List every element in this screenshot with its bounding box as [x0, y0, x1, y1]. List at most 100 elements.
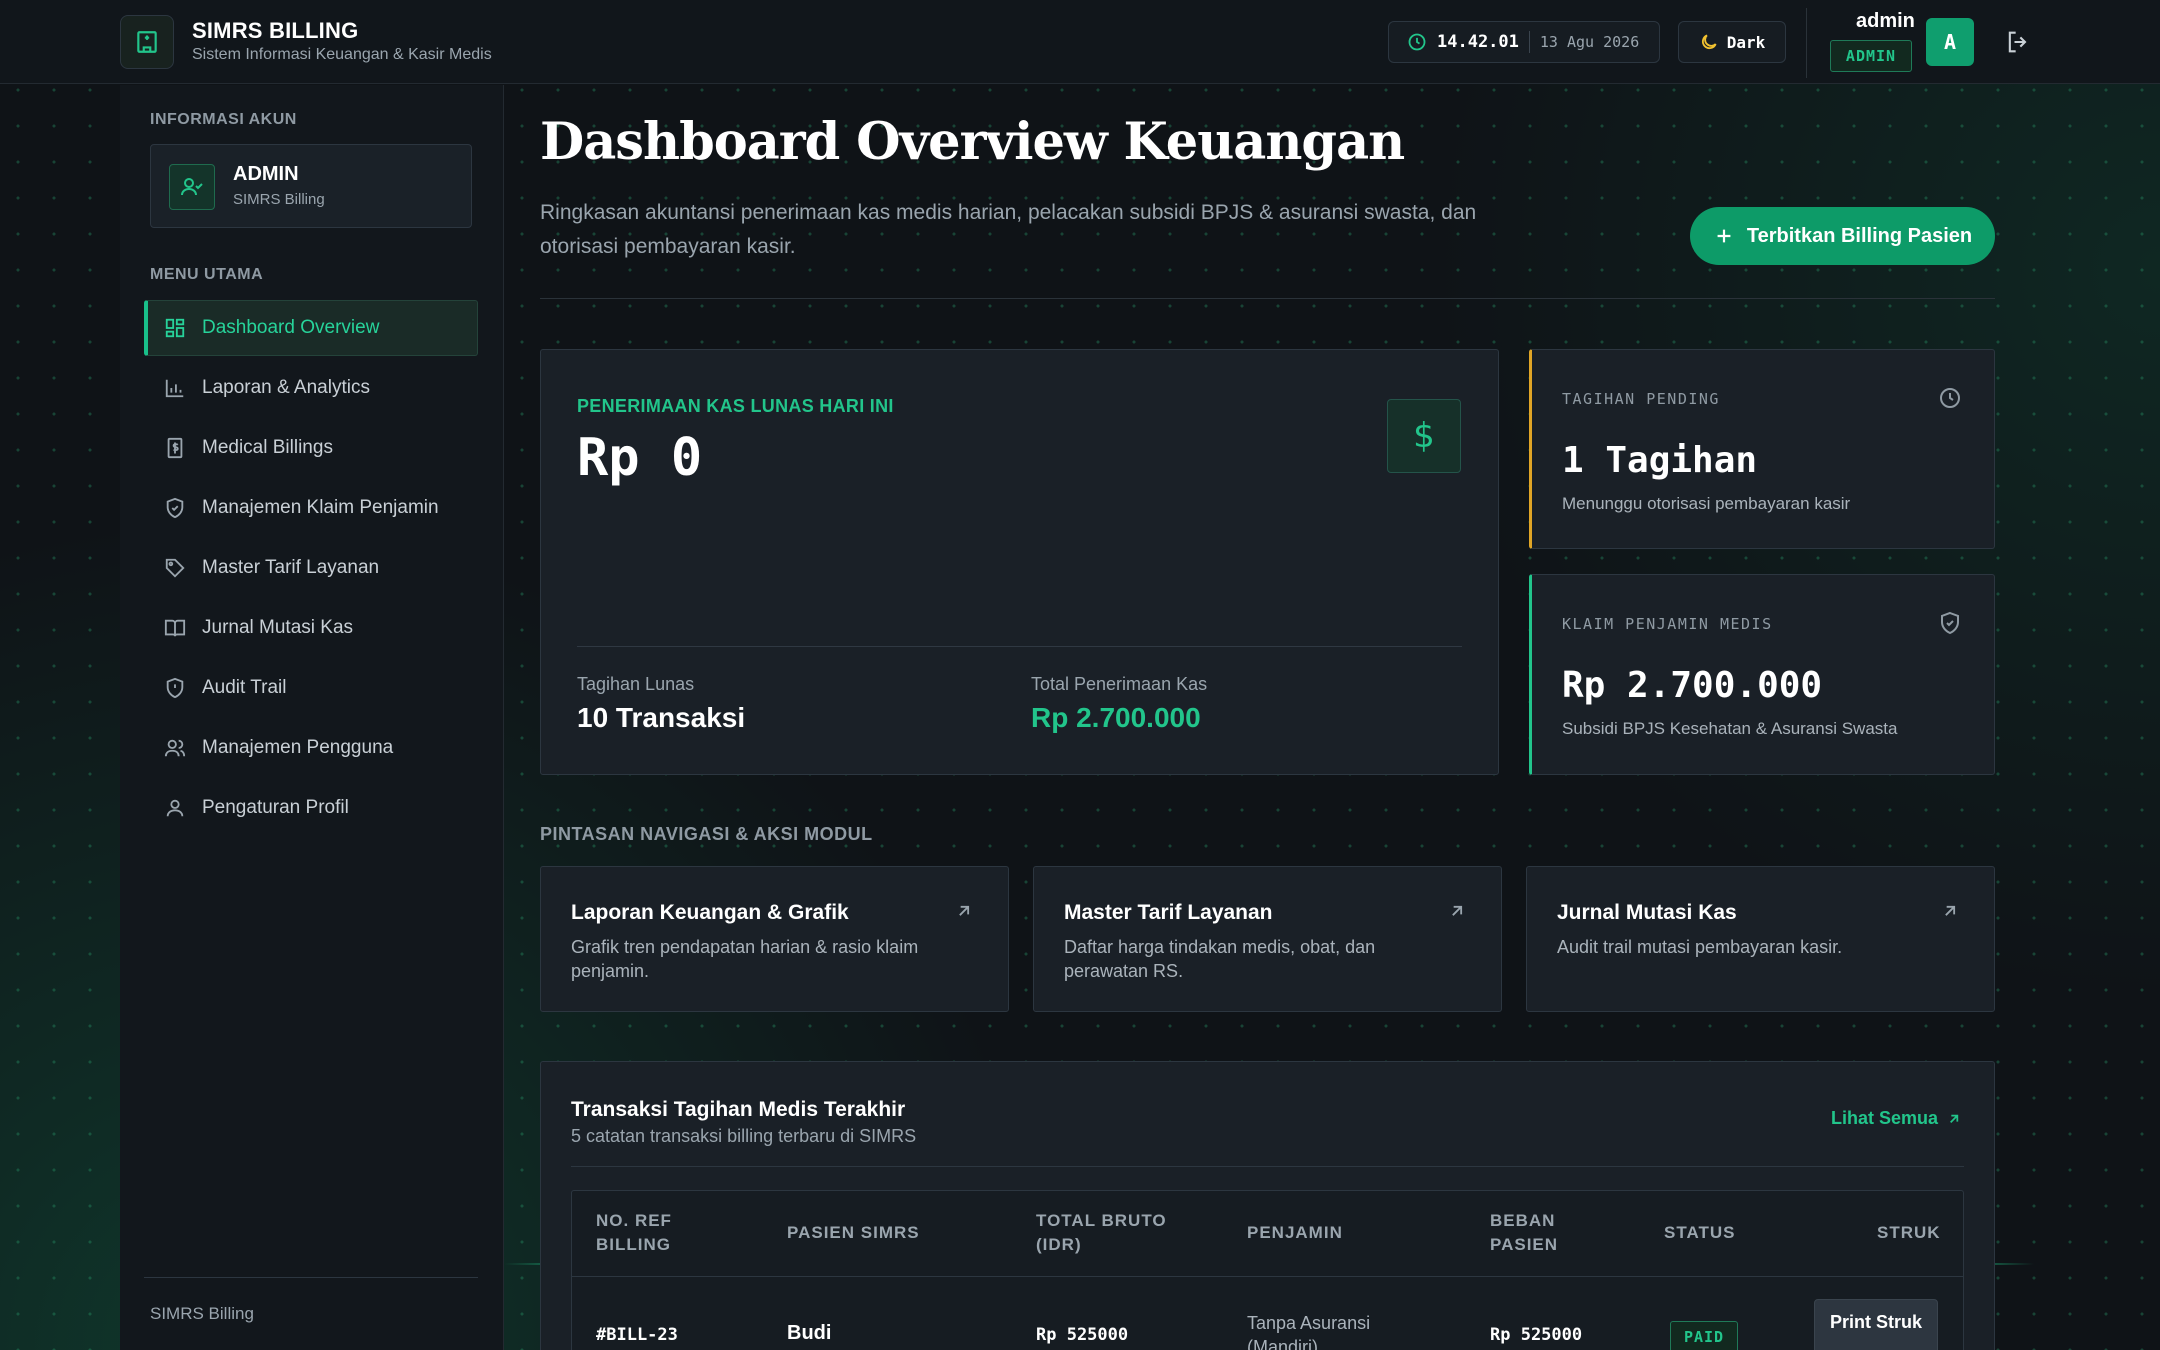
- sidebar-item-dashboard[interactable]: Dashboard Overview: [144, 300, 478, 356]
- header-divider: [540, 298, 1995, 299]
- sidebar-item-label: Manajemen Pengguna: [202, 737, 394, 758]
- transactions-title: Transaksi Tagihan Medis Terakhir: [571, 1098, 906, 1121]
- shortcut-title: Jurnal Mutasi Kas: [1557, 901, 1737, 924]
- arrow-up-right-icon: [959, 905, 970, 916]
- clock-separator: [1528, 31, 1530, 53]
- sidebar-item-medical-billings[interactable]: Medical Billings: [144, 420, 478, 476]
- sidebar-item-profil[interactable]: Pengaturan Profil: [144, 780, 478, 836]
- sidebar-item-tarif[interactable]: Master Tarif Layanan: [144, 540, 478, 596]
- user-role-badge: ADMIN: [1830, 40, 1912, 72]
- sidebar-footer-divider: [144, 1277, 478, 1278]
- column-header-status: STATUS: [1664, 1223, 1736, 1242]
- arrow-up-right-icon: [1452, 905, 1463, 916]
- total-cash-value: Rp 2.700.000: [1031, 702, 1201, 733]
- paid-bills-label: Tagihan Lunas: [577, 674, 695, 694]
- theme-toggle-button[interactable]: Dark: [1678, 21, 1786, 63]
- pending-sub: Menunggu otorisasi pembayaran kasir: [1562, 494, 1851, 513]
- dashboard-icon: [165, 318, 185, 338]
- sidebar-item-audit[interactable]: Audit Trail: [144, 660, 478, 716]
- print-receipt-button[interactable]: Print Struk: [1814, 1299, 1938, 1350]
- cash-value: Rp 0: [577, 428, 703, 488]
- status-badge: PAID: [1670, 1321, 1738, 1350]
- app-title: SIMRS BILLING: [192, 18, 359, 43]
- shield-alert-icon: [166, 677, 184, 699]
- transactions-card: Transaksi Tagihan Medis Terakhir 5 catat…: [540, 1061, 1995, 1350]
- app-root: SIMRS BILLING Sistem Informasi Keuangan …: [0, 0, 2160, 1350]
- sidebar: INFORMASI AKUN ADMIN SIMRS Billing MENU …: [120, 85, 504, 1350]
- shortcut-desc: Audit trail mutasi pembayaran kasir.: [1557, 937, 1843, 957]
- row-ref: #BILL-23: [596, 1325, 678, 1345]
- column-header-ref: NO. REF BILLING: [596, 1211, 672, 1254]
- column-header-patient: PASIEN SIMRS: [787, 1223, 920, 1242]
- claims-sub: Subsidi BPJS Kesehatan & Asuransi Swasta: [1562, 719, 1898, 738]
- view-all-label: Lihat Semua: [1830, 1108, 1938, 1128]
- shortcut-card-tarif[interactable]: Master Tarif Layanan Daftar harga tindak…: [1033, 866, 1502, 1012]
- column-header-gross: TOTAL BRUTO (IDR): [1036, 1211, 1167, 1254]
- book-icon: [164, 619, 186, 637]
- claims-label: KLAIM PENJAMIN MEDIS: [1562, 615, 1773, 633]
- account-name: ADMIN: [233, 163, 299, 185]
- shortcut-desc: Daftar harga tindakan medis, obat, dan p…: [1064, 937, 1376, 981]
- sidebar-item-label: Audit Trail: [202, 677, 287, 698]
- page-title: Dashboard Overview Keuangan: [540, 112, 1405, 172]
- tag-icon: [165, 558, 185, 578]
- menu-heading: MENU UTAMA: [150, 266, 264, 283]
- sidebar-item-label: Medical Billings: [202, 437, 333, 458]
- user-check-icon: [169, 164, 215, 210]
- column-header-patient-cost: BEBAN PASIEN: [1490, 1211, 1559, 1254]
- avatar[interactable]: A: [1926, 18, 1974, 66]
- shortcut-card-laporan[interactable]: Laporan Keuangan & Grafik Grafik tren pe…: [540, 866, 1009, 1012]
- column-header-payer: PENJAMIN: [1247, 1223, 1343, 1242]
- sidebar-item-laporan[interactable]: Laporan & Analytics: [144, 360, 478, 416]
- clock-time: 14.42.01: [1437, 32, 1519, 52]
- shield-check-icon: [166, 497, 184, 519]
- issue-billing-button[interactable]: Terbitkan Billing Pasien: [1690, 207, 1995, 265]
- pending-label: TAGIHAN PENDING: [1562, 390, 1720, 408]
- shortcut-title: Laporan Keuangan & Grafik: [571, 901, 849, 924]
- total-cash-label: Total Penerimaan Kas: [1031, 674, 1208, 694]
- arrow-up-right-icon: [1945, 905, 1956, 916]
- sidebar-item-klaim[interactable]: Manajemen Klaim Penjamin: [144, 480, 478, 536]
- row-patient-cost: Rp 525000: [1490, 1325, 1583, 1345]
- shortcut-desc: Grafik tren pendapatan harian & rasio kl…: [571, 937, 919, 981]
- sidebar-footer: SIMRS Billing: [150, 1304, 254, 1323]
- row-gross: Rp 525000: [1036, 1325, 1129, 1345]
- bar-chart-icon: [165, 379, 184, 398]
- pending-value: 1 Tagihan: [1562, 440, 1758, 481]
- app-subtitle: Sistem Informasi Keuangan & Kasir Medis: [192, 46, 492, 63]
- transactions-subtitle: 5 catatan transaksi billing terbaru di S…: [571, 1126, 917, 1146]
- user-icon: [166, 799, 184, 817]
- shortcut-card-jurnal[interactable]: Jurnal Mutasi Kas Audit trail mutasi pem…: [1526, 866, 1995, 1012]
- transactions-table: NO. REF BILLING PASIEN SIMRS TOTAL BRUTO…: [571, 1190, 1964, 1350]
- account-sub: SIMRS Billing: [233, 191, 325, 208]
- row-payer: Tanpa Asuransi (Mandiri): [1247, 1313, 1371, 1350]
- top-divider: [1806, 8, 1807, 78]
- moon-icon: [1701, 34, 1717, 50]
- page-description: Ringkasan akuntansi penerimaan kas medis…: [540, 201, 1477, 258]
- clock-icon: [1408, 33, 1426, 51]
- dollar-icon: $: [1387, 399, 1461, 473]
- top-bar: SIMRS BILLING Sistem Informasi Keuangan …: [0, 0, 2160, 84]
- clock-display: 14.42.01 13 Agu 2026: [1388, 21, 1660, 63]
- row-patient: Budi: [787, 1322, 832, 1344]
- cash-received-card: PENERIMAAN KAS LUNAS HARI INI Rp 0 $ Tag…: [540, 349, 1499, 775]
- pending-bills-card: TAGIHAN PENDING 1 Tagihan Menunggu otori…: [1529, 349, 1995, 549]
- paid-bills-value: 10 Transaksi: [577, 702, 746, 733]
- sidebar-item-label: Jurnal Mutasi Kas: [202, 617, 354, 638]
- sidebar-item-label: Master Tarif Layanan: [202, 557, 380, 578]
- view-all-link[interactable]: Lihat Semua: [1831, 1108, 1962, 1129]
- plus-icon: [1717, 229, 1731, 243]
- user-name: admin: [1856, 10, 1915, 32]
- logout-icon[interactable]: [2004, 28, 2032, 56]
- arrow-up-right-icon: [1950, 1114, 1959, 1123]
- transactions-divider: [571, 1166, 1964, 1167]
- clock-date: 13 Agu 2026: [1539, 33, 1640, 51]
- sidebar-item-jurnal[interactable]: Jurnal Mutasi Kas: [144, 600, 478, 656]
- sidebar-item-pengguna[interactable]: Manajemen Pengguna: [144, 720, 478, 776]
- sidebar-item-label: Dashboard Overview: [202, 317, 380, 338]
- claims-card: KLAIM PENJAMIN MEDIS Rp 2.700.000 Subsid…: [1529, 574, 1995, 775]
- table-header: NO. REF BILLING PASIEN SIMRS TOTAL BRUTO…: [572, 1191, 1963, 1277]
- account-card: ADMIN SIMRS Billing: [150, 144, 472, 228]
- sidebar-item-label: Manajemen Klaim Penjamin: [202, 497, 439, 518]
- account-heading: INFORMASI AKUN: [150, 111, 297, 128]
